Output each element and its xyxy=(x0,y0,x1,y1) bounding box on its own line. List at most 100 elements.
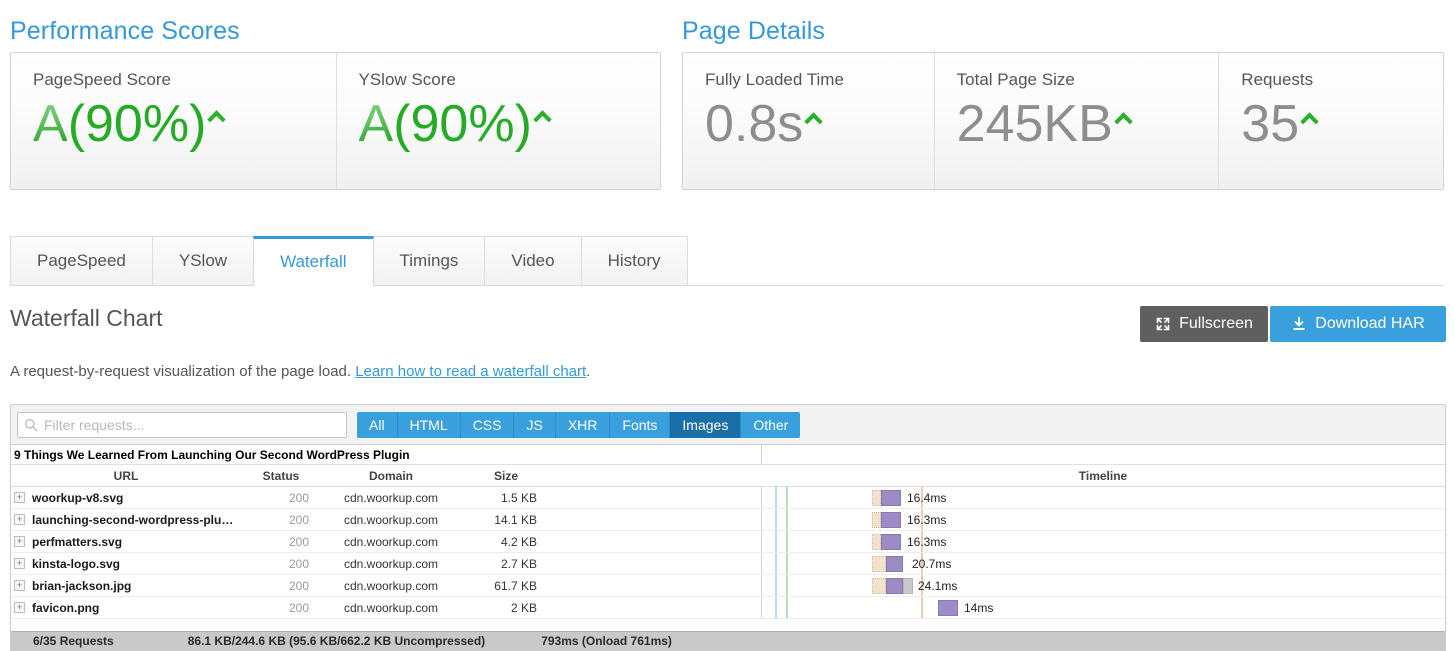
request-url-text: favicon.png xyxy=(32,601,99,615)
expand-icon[interactable]: + xyxy=(14,602,25,613)
requests-number: 35 xyxy=(1241,93,1299,155)
waterfall-help-link[interactable]: Learn how to read a waterfall chart xyxy=(355,363,586,380)
request-url-cell[interactable]: + favicon.png xyxy=(11,597,241,618)
fullscreen-button[interactable]: Fullscreen xyxy=(1140,306,1268,342)
request-status-cell: 200 xyxy=(241,575,321,596)
request-url-cell[interactable]: + woorkup-v8.svg xyxy=(11,487,241,508)
page-details-heading: Page Details xyxy=(682,17,825,46)
request-time-label: 24.1ms xyxy=(918,578,957,594)
performance-scores-heading: Performance Scores xyxy=(10,17,240,46)
page-title-row: 9 Things We Learned From Launching Our S… xyxy=(11,445,1445,465)
request-size-cell: 1.5 KB xyxy=(461,487,551,508)
bar-receive xyxy=(881,534,901,550)
column-header-size[interactable]: Size xyxy=(461,465,551,486)
first-paint-marker xyxy=(775,531,777,552)
table-row[interactable]: + woorkup-v8.svg 200 cdn.woorkup.com 1.5… xyxy=(11,487,1445,509)
column-header-status[interactable]: Status xyxy=(241,465,321,486)
filter-js-button[interactable]: JS xyxy=(514,412,555,438)
request-url-text: brian-jackson.jpg xyxy=(32,579,131,593)
download-har-button[interactable]: Download HAR xyxy=(1270,306,1446,342)
request-time-label: 14ms xyxy=(964,600,993,616)
filter-css-button[interactable]: CSS xyxy=(461,412,515,438)
tab-pagespeed[interactable]: PageSpeed xyxy=(10,236,153,285)
request-url-cell[interactable]: + brian-jackson.jpg xyxy=(11,575,241,596)
dom-content-loaded-marker xyxy=(786,509,788,530)
request-url-cell[interactable]: + launching-second-wordpress-plu… xyxy=(11,509,241,530)
download-har-label: Download HAR xyxy=(1315,315,1424,333)
requests-cell: Requests 35 xyxy=(1218,53,1443,189)
dom-content-loaded-marker xyxy=(786,597,788,618)
fully-loaded-time-cell: Fully Loaded Time 0.8s xyxy=(683,53,934,189)
bar-other xyxy=(903,578,913,594)
tab-timings[interactable]: Timings xyxy=(373,236,486,285)
download-icon xyxy=(1291,316,1307,332)
expand-icon[interactable]: + xyxy=(14,514,25,525)
column-header-url[interactable]: URL xyxy=(11,465,241,486)
page-details-panel: Fully Loaded Time 0.8s Total Page Size 2… xyxy=(682,52,1444,190)
request-size-cell: 4.2 KB xyxy=(461,531,551,552)
request-time-label: 16.3ms xyxy=(907,534,946,550)
request-url-text: launching-second-wordpress-plu… xyxy=(32,513,233,527)
table-row[interactable]: + kinsta-logo.svg 200 cdn.woorkup.com 2.… xyxy=(11,553,1445,575)
dom-content-loaded-marker xyxy=(786,531,788,552)
request-status-cell: 200 xyxy=(241,487,321,508)
search-input[interactable] xyxy=(44,413,346,437)
requests-label: Requests xyxy=(1241,69,1443,91)
request-time-label: 16.4ms xyxy=(907,490,946,506)
yslow-score-cell: YSlow Score A(90%) xyxy=(336,53,661,189)
filter-all-button[interactable]: All xyxy=(357,412,398,438)
waterfall-summary-footer: 6/35 Requests 86.1 KB/244.6 KB (95.6 KB/… xyxy=(11,631,1445,650)
filter-html-button[interactable]: HTML xyxy=(398,412,461,438)
tab-video[interactable]: Video xyxy=(484,236,581,285)
report-tabs: PageSpeed YSlow Waterfall Timings Video … xyxy=(10,236,1444,286)
summary-sizes: 86.1 KB/244.6 KB (95.6 KB/662.2 KB Uncom… xyxy=(188,634,485,648)
request-url-text: kinsta-logo.svg xyxy=(32,557,120,571)
summary-timing: 793ms (Onload 761ms) xyxy=(541,634,672,648)
waterfall-description-prefix: A request-by-request visualization of th… xyxy=(10,363,355,380)
expand-icon[interactable]: + xyxy=(14,492,25,503)
yslow-percent: (90%) xyxy=(393,93,532,155)
search-input-wrapper[interactable] xyxy=(17,412,347,438)
bar-receive xyxy=(886,578,903,594)
first-paint-marker xyxy=(775,575,777,596)
bar-blocked xyxy=(872,534,881,550)
filter-images-button[interactable]: Images xyxy=(670,412,741,438)
request-size-cell: 14.1 KB xyxy=(461,509,551,530)
column-header-domain[interactable]: Domain xyxy=(321,465,461,486)
filter-fonts-button[interactable]: Fonts xyxy=(610,412,670,438)
expand-icon[interactable]: + xyxy=(14,580,25,591)
waterfall-panel: All HTML CSS JS XHR Fonts Images Other 9… xyxy=(10,404,1446,651)
request-url-cell[interactable]: + perfmatters.svg xyxy=(11,531,241,552)
total-page-size-label: Total Page Size xyxy=(957,69,1219,91)
first-paint-marker xyxy=(775,509,777,530)
table-row[interactable]: + favicon.png 200 cdn.woorkup.com 2 KB 1… xyxy=(11,597,1445,619)
table-row[interactable]: + launching-second-wordpress-plu… 200 cd… xyxy=(11,509,1445,531)
tab-waterfall[interactable]: Waterfall xyxy=(253,236,373,286)
filter-button-group: All HTML CSS JS XHR Fonts Images Other xyxy=(357,412,800,438)
request-url-cell[interactable]: + kinsta-logo.svg xyxy=(11,553,241,574)
expand-icon[interactable]: + xyxy=(14,558,25,569)
fullscreen-label: Fullscreen xyxy=(1179,315,1253,333)
column-header-spacer xyxy=(551,465,761,486)
yslow-grade: A xyxy=(359,93,394,155)
fullscreen-icon xyxy=(1155,316,1171,332)
request-size-cell: 61.7 KB xyxy=(461,575,551,596)
bar-blocked xyxy=(872,578,886,594)
pagespeed-score-cell: PageSpeed Score A(90%) xyxy=(11,53,336,189)
caret-up-icon xyxy=(805,109,822,126)
tab-history[interactable]: History xyxy=(581,236,688,285)
bar-receive xyxy=(938,600,958,616)
tab-yslow[interactable]: YSlow xyxy=(152,236,254,285)
request-timeline-cell: 14ms xyxy=(761,597,1445,618)
request-domain-cell: cdn.woorkup.com xyxy=(321,531,461,552)
table-row[interactable]: + perfmatters.svg 200 cdn.woorkup.com 4.… xyxy=(11,531,1445,553)
filter-xhr-button[interactable]: XHR xyxy=(556,412,611,438)
expand-icon[interactable]: + xyxy=(14,536,25,547)
filter-other-button[interactable]: Other xyxy=(741,412,800,438)
gtmetrix-report-page: Performance Scores PageSpeed Score A(90%… xyxy=(0,0,1454,651)
yslow-score-value: A(90%) xyxy=(359,93,661,155)
table-header-row: URL Status Domain Size Timeline xyxy=(11,465,1445,487)
onload-marker xyxy=(921,597,923,618)
pagespeed-percent: (90%) xyxy=(68,93,207,155)
table-row[interactable]: + brian-jackson.jpg 200 cdn.woorkup.com … xyxy=(11,575,1445,597)
